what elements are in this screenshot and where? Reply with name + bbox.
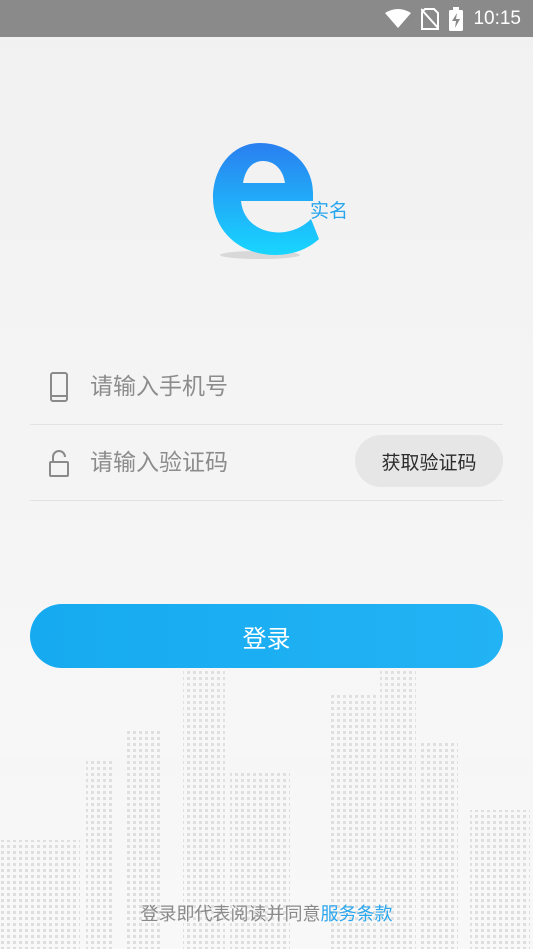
- code-input[interactable]: [88, 444, 352, 482]
- status-bar: 10:15: [0, 0, 533, 37]
- status-time: 10:15: [473, 7, 521, 29]
- agreement-text: 登录即代表阅读并同意服务条款: [0, 900, 533, 926]
- code-field: 获取验证码: [30, 424, 503, 501]
- battery-charging-icon: [449, 6, 464, 31]
- terms-link[interactable]: 服务条款: [321, 904, 393, 925]
- get-code-button[interactable]: 获取验证码: [355, 435, 503, 487]
- agreement-prefix: 登录即代表阅读并同意: [140, 904, 321, 925]
- no-sim-icon: [421, 7, 440, 30]
- logo-label: 实名: [310, 200, 349, 222]
- wifi-icon: [385, 8, 412, 28]
- status-icons: 10:15: [385, 0, 521, 37]
- login-button[interactable]: 登录: [30, 604, 503, 668]
- phone-icon: [50, 372, 68, 402]
- lock-icon: [49, 450, 69, 477]
- phone-field: [30, 348, 503, 425]
- phone-input[interactable]: [88, 368, 352, 406]
